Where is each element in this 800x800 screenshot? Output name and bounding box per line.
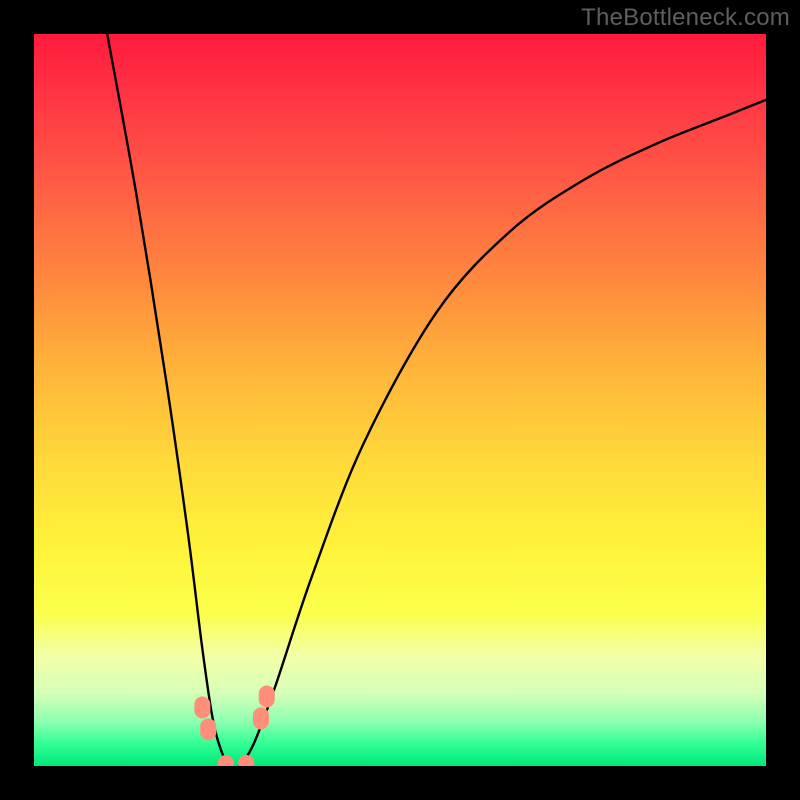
plot-area [34,34,766,766]
curve-svg [34,34,766,766]
pt-right-upper [259,685,275,707]
pt-bottom-right [238,755,254,766]
bottleneck-curve [107,34,766,766]
markers-group [194,685,274,766]
pt-bottom-left [218,755,234,766]
watermark-text: TheBottleneck.com [581,4,790,32]
curve-path [107,34,766,766]
pt-right-lower [253,707,269,729]
pt-left-upper [194,696,210,718]
pt-left-lower [200,718,216,740]
chart-frame: TheBottleneck.com [0,0,800,800]
